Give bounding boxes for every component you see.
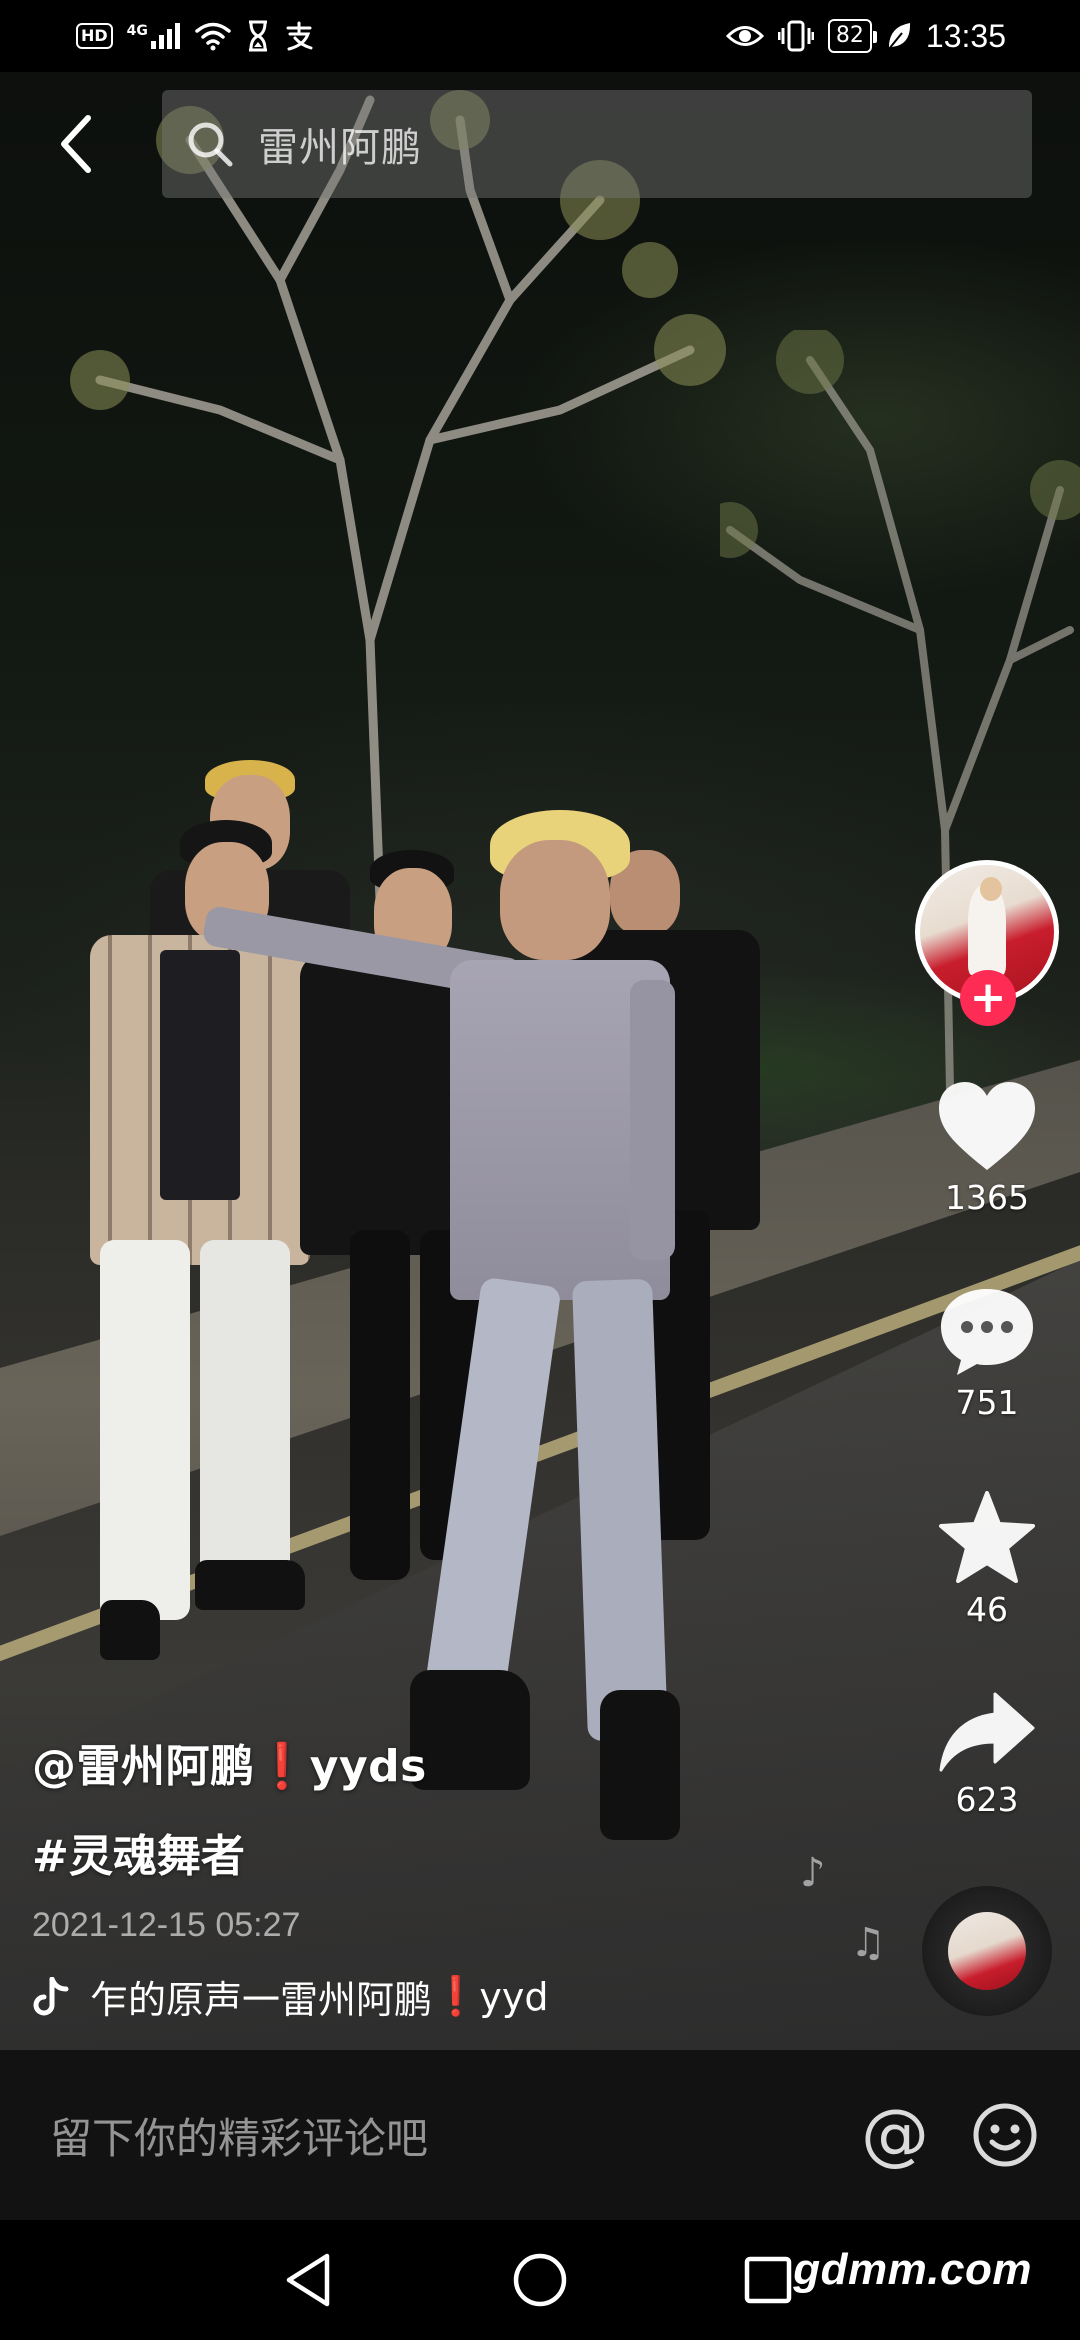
- hourglass-icon: [248, 20, 267, 52]
- network-label: 4G: [126, 23, 148, 39]
- music-title[interactable]: 乍的原声一雷州阿鹏 ❗ yyd: [32, 1969, 872, 2024]
- vibrate-icon: [777, 20, 814, 52]
- wifi-icon: [195, 22, 231, 51]
- follow-button[interactable]: +: [960, 970, 1016, 1026]
- music-exclamation: ❗: [432, 1974, 480, 2018]
- favorite-count: 46: [966, 1590, 1008, 1629]
- back-arrow-icon: [61, 115, 91, 173]
- comment-bar: 留下你的精彩评论吧 @: [0, 2050, 1080, 2220]
- post-date: 2021-12-15 05:27: [32, 1906, 301, 1944]
- heart-icon: [939, 1082, 1035, 1170]
- favorite-button[interactable]: 46: [912, 1490, 1062, 1629]
- at-icon: @: [861, 2095, 929, 2174]
- music-title-suffix: yyd: [479, 1974, 549, 2019]
- video-tree-left: [70, 90, 726, 900]
- alipay-icon: [286, 21, 313, 51]
- hashtag-link[interactable]: #灵魂舞者: [32, 1820, 872, 1884]
- like-button[interactable]: 1365: [912, 1080, 1062, 1217]
- like-count: 1365: [945, 1178, 1029, 1217]
- comment-input[interactable]: 留下你的精彩评论吧: [50, 2105, 806, 2166]
- leaf-icon: [888, 23, 910, 50]
- search-box[interactable]: 雷州阿鹏: [162, 90, 1032, 198]
- square-recents-icon: [744, 2256, 792, 2304]
- nav-home-button[interactable]: [510, 2250, 570, 2310]
- emoji-button[interactable]: [970, 2100, 1040, 2170]
- signal-icon: 4G: [127, 23, 180, 49]
- comment-count: 751: [955, 1383, 1019, 1422]
- search-query-text: 雷州阿鹏: [258, 125, 422, 171]
- music-disc[interactable]: [922, 1886, 1052, 2016]
- nav-recents-button[interactable]: [738, 2250, 798, 2310]
- author-exclamation: ❗: [254, 1741, 310, 1792]
- mention-button[interactable]: @: [860, 2100, 930, 2170]
- smiley-icon: [973, 2103, 1037, 2167]
- author-name[interactable]: @雷州阿鹏❗yyds: [32, 1730, 872, 1794]
- share-arrow-icon: [939, 1692, 1035, 1772]
- clock: 13:35: [925, 17, 1006, 54]
- triangle-back-icon: [286, 2253, 330, 2307]
- status-left: HD 4G: [76, 20, 314, 52]
- status-bar: HD 4G 82 13:35: [0, 0, 1080, 72]
- tiktok-note-icon: [33, 1976, 69, 2015]
- share-button[interactable]: 623: [912, 1690, 1062, 1819]
- back-button[interactable]: [48, 110, 104, 178]
- nav-back-button[interactable]: [278, 2250, 338, 2310]
- star-icon: [939, 1491, 1035, 1583]
- comment-bubble-icon: [941, 1289, 1033, 1375]
- battery-icon: 82: [827, 19, 877, 53]
- circle-home-icon: [513, 2253, 567, 2307]
- avatar-head: [980, 877, 1002, 901]
- share-count: 623: [955, 1780, 1019, 1819]
- author-suffix: yyds: [309, 1741, 427, 1792]
- video-caption: @雷州阿鹏❗yyds #灵魂舞者 2021-12-15 05:27 乍的原声一雷…: [32, 1730, 872, 2024]
- status-right: 82 13:35: [725, 17, 1006, 55]
- author-handle: @雷州阿鹏: [32, 1741, 255, 1792]
- comment-button[interactable]: 751: [912, 1285, 1062, 1422]
- search-icon: [188, 122, 233, 167]
- watermark: gdmm.com: [793, 2245, 1032, 2294]
- music-title-text: 乍的原声一雷州阿鹏: [90, 1978, 433, 2022]
- music-disc-cover: [948, 1912, 1026, 1990]
- hd-icon: HD: [76, 23, 113, 49]
- eye-icon: [725, 26, 764, 46]
